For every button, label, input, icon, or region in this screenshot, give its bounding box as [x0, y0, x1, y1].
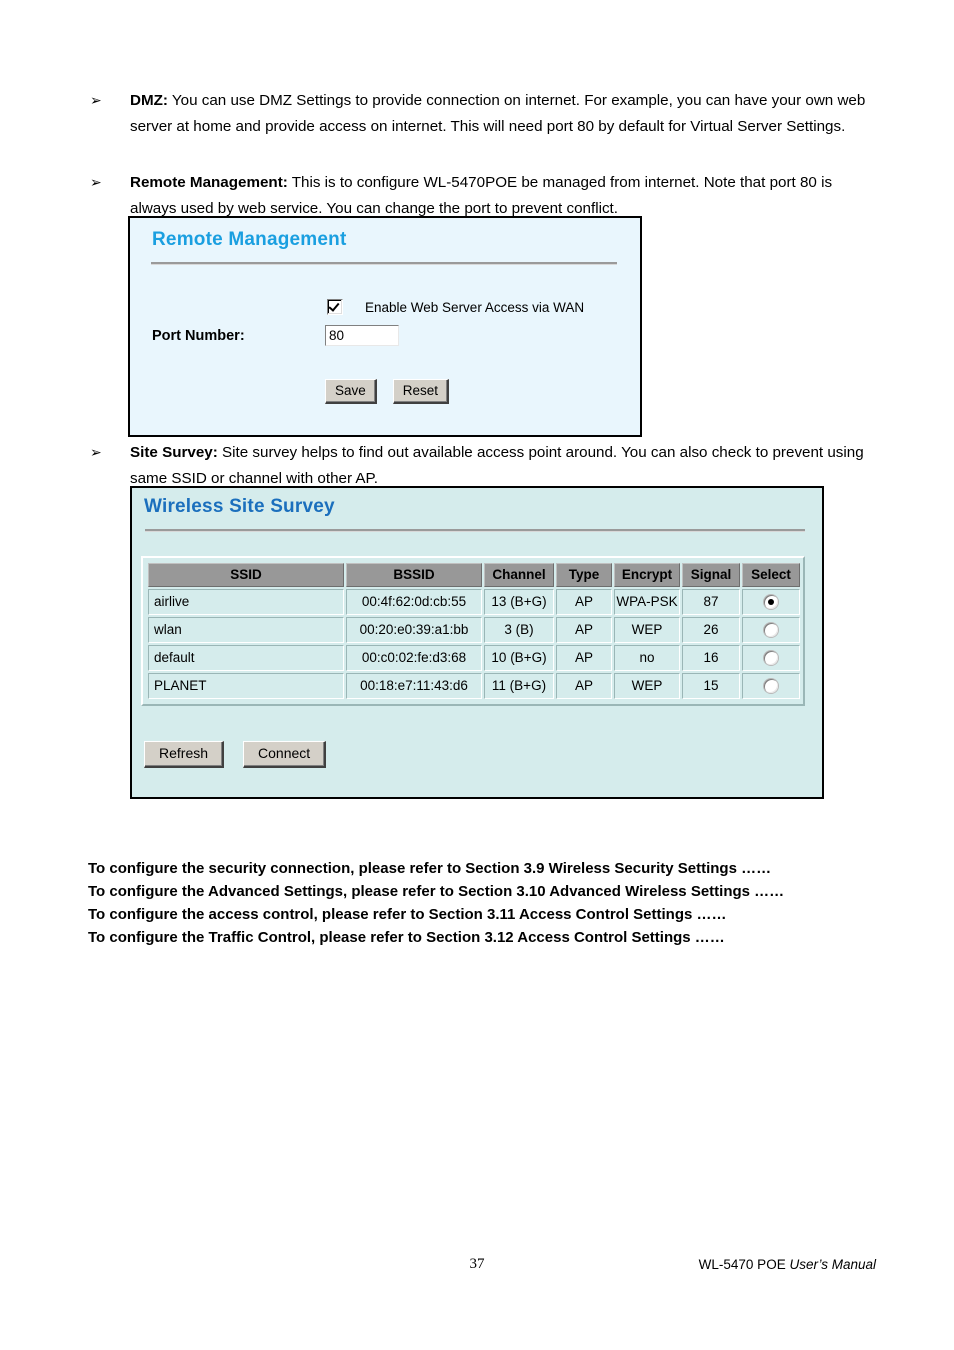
cell-channel: 13 (B+G) — [484, 589, 554, 615]
cell-ssid: wlan — [148, 617, 344, 643]
column-header-select: Select — [742, 563, 800, 587]
bullet-text-site-survey: Site Survey: Site survey helps to find o… — [130, 440, 878, 492]
table-header-row: SSID BSSID Channel Type Encrypt Signal S… — [148, 563, 800, 587]
cell-type: AP — [556, 617, 612, 643]
bullet-paragraph-remote-management: ➢ Remote Management: This is to configur… — [88, 170, 878, 222]
enable-web-server-access-row[interactable]: Enable Web Server Access via WAN — [327, 299, 584, 315]
cell-signal: 16 — [682, 645, 740, 671]
bullet-body-site-survey: Site survey helps to find out available … — [130, 444, 864, 487]
cell-encrypt: WEP — [614, 617, 680, 643]
title-divider — [151, 262, 617, 265]
footer-manual-title: WL-5470 POE User’s Manual — [699, 1257, 876, 1272]
cell-ssid: PLANET — [148, 673, 344, 699]
table-row[interactable]: wlan 00:20:e0:39:a1:bb 3 (B) AP WEP 26 — [148, 617, 800, 643]
bullet-term-site-survey: Site Survey: — [130, 444, 218, 461]
footer-manual-plain: WL-5470 POE — [698, 1257, 790, 1272]
column-header-bssid: BSSID — [346, 563, 482, 587]
connect-button[interactable]: Connect — [243, 741, 327, 768]
port-number-input[interactable]: 80 — [325, 325, 399, 346]
bullet-term-dmz: DMZ: — [130, 92, 168, 109]
select-radio-button[interactable] — [764, 595, 778, 610]
cell-bssid: 00:4f:62:0d:cb:55 — [346, 589, 482, 615]
bullet-text-dmz: DMZ: You can use DMZ Settings to provide… — [130, 88, 878, 140]
remote-management-title: Remote Management — [152, 229, 347, 250]
cell-bssid: 00:20:e0:39:a1:bb — [346, 617, 482, 643]
cell-channel: 3 (B) — [484, 617, 554, 643]
cell-bssid: 00:18:e7:11:43:d6 — [346, 673, 482, 699]
bullet-paragraph-site-survey: ➢ Site Survey: Site survey helps to find… — [88, 440, 878, 492]
cell-signal: 15 — [682, 673, 740, 699]
cell-encrypt: WPA-PSK — [614, 589, 680, 615]
column-header-encrypt: Encrypt — [614, 563, 680, 587]
remote-management-button-row: Save Reset — [325, 379, 450, 404]
cell-type: AP — [556, 589, 612, 615]
section-reference-list: To configure the security connection, pl… — [88, 857, 888, 949]
site-survey-button-row: Refresh Connect — [144, 741, 327, 768]
cell-channel: 11 (B+G) — [484, 673, 554, 699]
bullet-text-remote-management: Remote Management: This is to configure … — [130, 170, 878, 222]
save-button[interactable]: Save — [325, 379, 377, 404]
wireless-site-survey-panel: Wireless Site Survey SSID BSSID Channel … — [130, 486, 824, 799]
select-radio-button[interactable] — [764, 651, 778, 666]
reference-line: To configure the Advanced Settings, plea… — [88, 883, 785, 900]
cell-ssid: airlive — [148, 589, 344, 615]
table-row[interactable]: default 00:c0:02:fe:d3:68 10 (B+G) AP no… — [148, 645, 800, 671]
footer-manual-italic: User’s Manual — [789, 1257, 876, 1272]
site-survey-table-container: SSID BSSID Channel Type Encrypt Signal S… — [141, 556, 805, 706]
cell-encrypt: no — [614, 645, 680, 671]
column-header-signal: Signal — [682, 563, 740, 587]
reference-line: To configure the Traffic Control, please… — [88, 929, 725, 946]
cell-signal: 87 — [682, 589, 740, 615]
bullet-arrow-icon: ➢ — [90, 175, 102, 191]
cell-signal: 26 — [682, 617, 740, 643]
cell-select[interactable] — [742, 617, 800, 643]
reference-line: To configure the security connection, pl… — [88, 860, 772, 877]
cell-channel: 10 (B+G) — [484, 645, 554, 671]
column-header-ssid: SSID — [148, 563, 344, 587]
bullet-arrow-icon: ➢ — [90, 93, 102, 109]
cell-bssid: 00:c0:02:fe:d3:68 — [346, 645, 482, 671]
table-row[interactable]: airlive 00:4f:62:0d:cb:55 13 (B+G) AP WP… — [148, 589, 800, 615]
cell-select[interactable] — [742, 589, 800, 615]
title-divider — [145, 529, 805, 532]
table-row[interactable]: PLANET 00:18:e7:11:43:d6 11 (B+G) AP WEP… — [148, 673, 800, 699]
wireless-site-survey-title: Wireless Site Survey — [144, 496, 335, 517]
column-header-type: Type — [556, 563, 612, 587]
select-radio-button[interactable] — [764, 679, 778, 694]
cell-ssid: default — [148, 645, 344, 671]
bullet-term-remote-management: Remote Management: — [130, 174, 288, 191]
enable-web-server-access-checkbox[interactable] — [327, 299, 343, 315]
bullet-body-dmz: You can use DMZ Settings to provide conn… — [130, 92, 866, 135]
cell-select[interactable] — [742, 645, 800, 671]
column-header-channel: Channel — [484, 563, 554, 587]
bullet-arrow-icon: ➢ — [90, 445, 102, 461]
port-number-label: Port Number: — [152, 328, 245, 344]
cell-select[interactable] — [742, 673, 800, 699]
enable-web-server-access-label: Enable Web Server Access via WAN — [365, 299, 585, 315]
site-survey-table: SSID BSSID Channel Type Encrypt Signal S… — [146, 561, 802, 701]
bullet-paragraph-dmz: ➢ DMZ: You can use DMZ Settings to provi… — [88, 88, 878, 140]
cell-type: AP — [556, 645, 612, 671]
cell-encrypt: WEP — [614, 673, 680, 699]
page-footer: 37 WL-5470 POE User’s Manual — [0, 1256, 954, 1280]
refresh-button[interactable]: Refresh — [144, 741, 225, 768]
reset-button[interactable]: Reset — [392, 379, 450, 404]
cell-type: AP — [556, 673, 612, 699]
select-radio-button[interactable] — [764, 623, 778, 638]
reference-line: To configure the access control, please … — [88, 906, 727, 923]
